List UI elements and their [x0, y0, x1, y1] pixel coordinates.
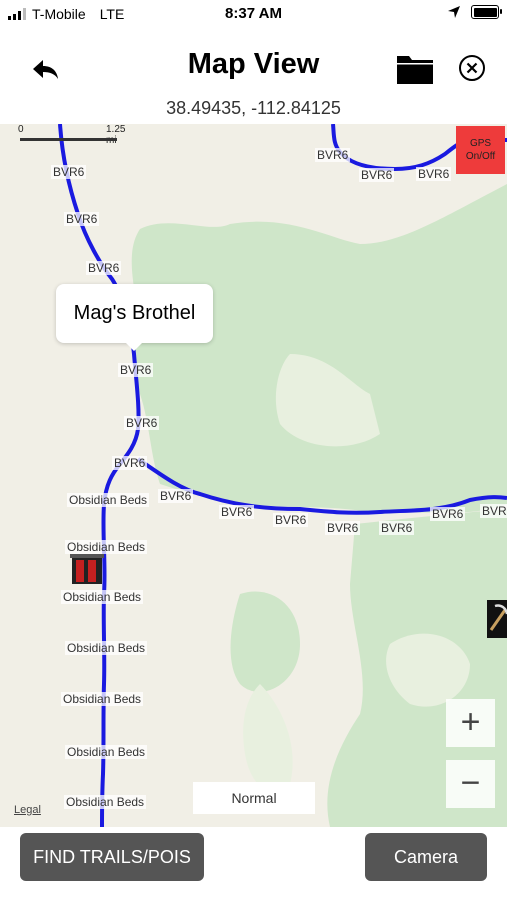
road-label: BVR6 — [359, 168, 395, 182]
coordinates-readout: 38.49435, -112.84125 — [166, 98, 341, 118]
road-label: Obsidian Beds — [67, 493, 150, 507]
poi-callout[interactable]: Mag's Brothel — [56, 284, 213, 351]
legal-link[interactable]: Legal — [14, 804, 41, 816]
road-label: BVR6 — [86, 261, 122, 275]
road-label: BVR6 — [416, 167, 452, 181]
map-view[interactable]: 0 1.25 mi BVR6 BVR6 BVR6 BVR6 BVR6 BVR6 … — [0, 124, 507, 827]
road-label: BVR6 — [219, 505, 255, 519]
road-label: Obsidian Beds — [65, 745, 148, 759]
road-label: BVR6 — [379, 521, 415, 535]
map-terrain — [58, 124, 507, 827]
road-label: BVR6 — [273, 513, 309, 527]
status-bar: T-Mobile LTE 8:37 AM — [0, 0, 507, 28]
building-poi-icon[interactable] — [68, 552, 106, 586]
map-type-button[interactable]: Normal — [193, 782, 315, 814]
scale-line — [20, 138, 117, 141]
road-label: Obsidian Beds — [61, 692, 144, 706]
zoom-in-button[interactable]: + — [446, 699, 495, 747]
road-label: Obsidian Beds — [65, 641, 148, 655]
road-label: BVR6 — [64, 212, 100, 226]
find-trails-button[interactable]: FIND TRAILS/POIS — [20, 833, 204, 881]
gps-label-line2: On/Off — [465, 151, 496, 162]
location-arrow-icon — [448, 6, 460, 18]
road-label: Obsidian Beds — [61, 590, 144, 604]
scale-start-label: 0 — [18, 124, 24, 135]
header: Map View 38.49435, -112.84125 — [0, 28, 507, 124]
road-label: BVR6 — [325, 521, 361, 535]
road-label: BVR6 — [315, 148, 351, 162]
battery-icon — [471, 5, 502, 19]
folder-icon[interactable] — [395, 52, 435, 86]
road-label: BVR6 — [480, 504, 507, 518]
road-label: BVR6 — [118, 363, 154, 377]
camera-button[interactable]: Camera — [365, 833, 487, 881]
zoom-out-button[interactable]: − — [446, 760, 495, 808]
road-label: BVR6 — [112, 456, 148, 470]
bottom-toolbar: FIND TRAILS/POIS Camera — [0, 827, 507, 900]
pickaxe-poi-icon[interactable] — [487, 600, 507, 638]
gps-toggle-button[interactable]: GPS On/Off — [456, 126, 505, 174]
road-label: BVR6 — [124, 416, 160, 430]
gps-label-line1: GPS — [469, 138, 492, 149]
road-label: BVR6 — [51, 165, 87, 179]
status-time: 8:37 AM — [225, 5, 282, 22]
close-icon[interactable] — [458, 54, 486, 82]
scale-end-label: 1.25 mi — [106, 124, 126, 146]
road-label: Obsidian Beds — [64, 795, 147, 809]
road-label: BVR6 — [158, 489, 194, 503]
road-label: BVR6 — [430, 507, 466, 521]
